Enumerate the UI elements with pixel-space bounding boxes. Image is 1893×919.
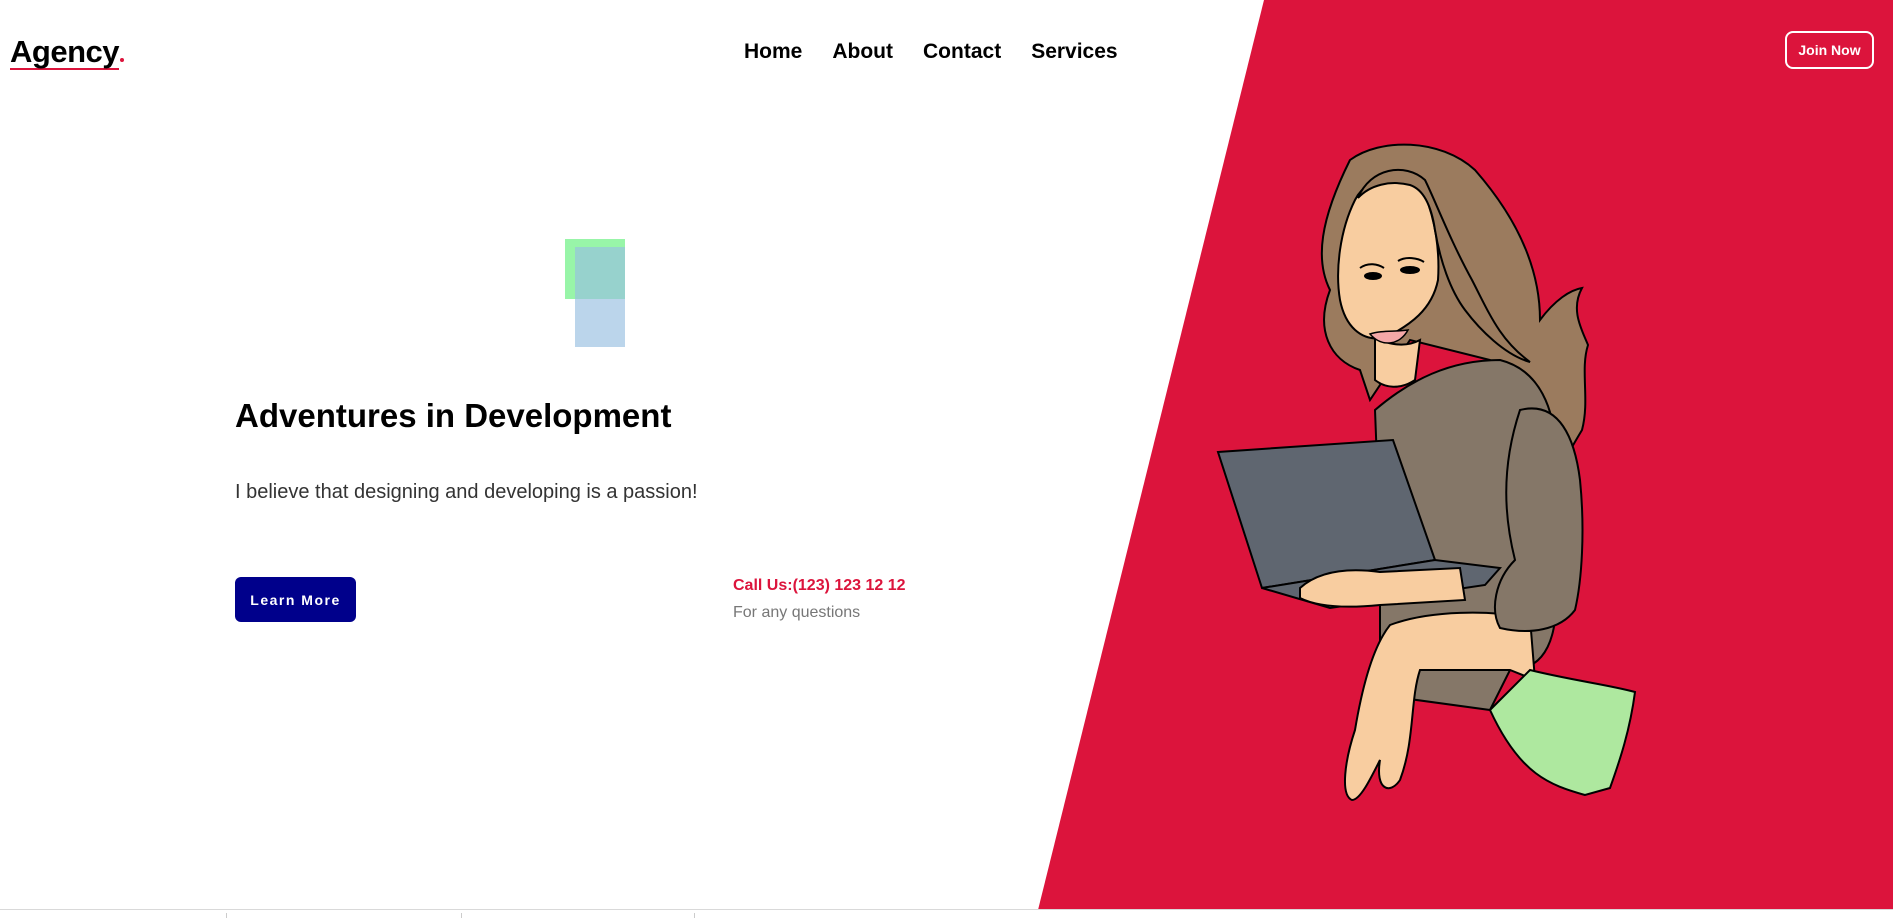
nav-contact[interactable]: Contact (923, 40, 1001, 64)
logo[interactable]: Agency (10, 34, 124, 70)
main-nav: Home About Contact Services (744, 40, 1118, 64)
woman-with-laptop-illustration (1216, 143, 1637, 802)
logo-text: Agency (10, 34, 119, 70)
call-us-text: Call Us:(123) 123 12 12 (733, 577, 906, 594)
call-us-subtext: For any questions (733, 604, 861, 621)
learn-more-button[interactable]: Learn More (235, 577, 356, 622)
decor-blue-rect (575, 247, 625, 347)
divider (0, 909, 1893, 910)
nav-about[interactable]: About (832, 40, 893, 64)
nav-services[interactable]: Services (1031, 40, 1117, 64)
hero-title: Adventures in Development (235, 397, 672, 434)
nav-home[interactable]: Home (744, 40, 802, 64)
hero-subtitle: I believe that designing and developing … (235, 481, 698, 503)
join-now-button[interactable]: Join Now (1785, 31, 1874, 69)
logo-dot (119, 58, 124, 62)
